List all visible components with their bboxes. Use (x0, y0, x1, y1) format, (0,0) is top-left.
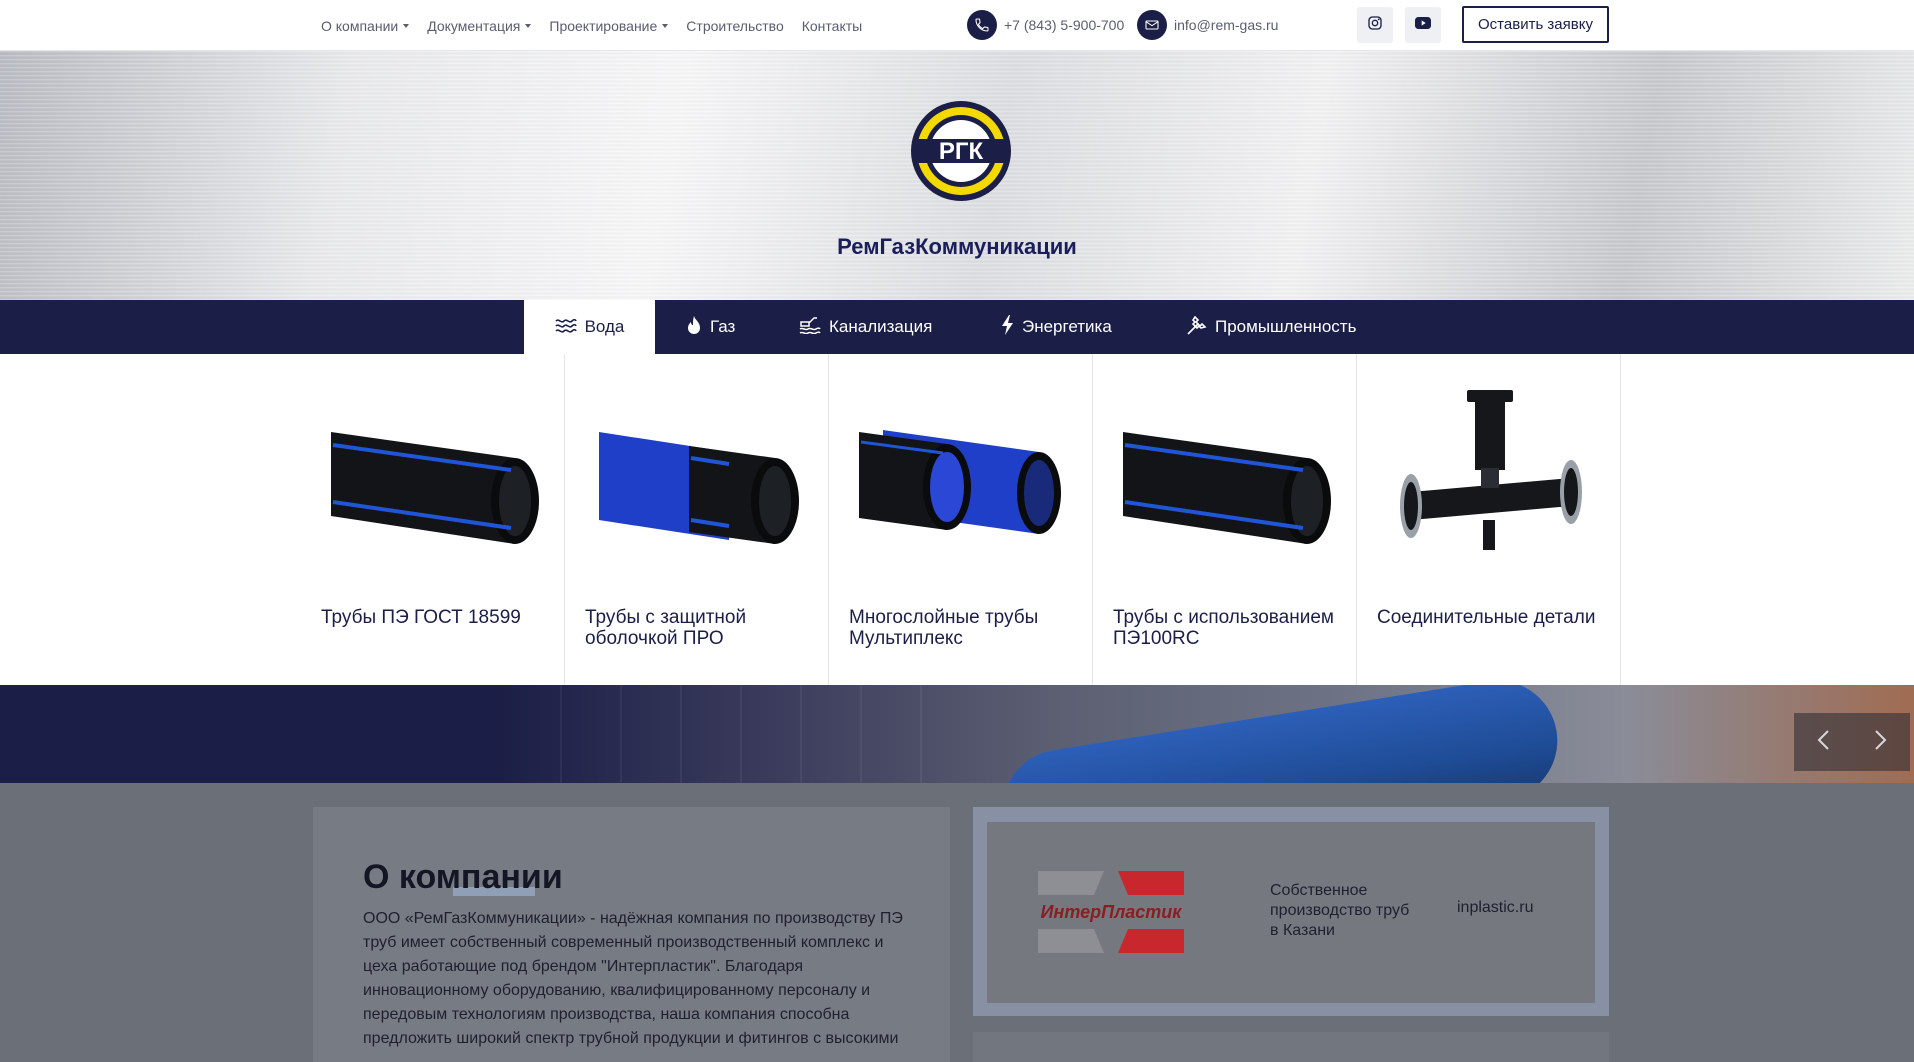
hero-banner: РГК РемГазКоммуникации (0, 51, 1914, 300)
nav-item-about[interactable]: О компании (321, 17, 410, 34)
phone-number: +7 (843) 5-900-700 (1004, 17, 1125, 33)
category-bar: Вода Газ Канализация Энергетика Промышле… (0, 300, 1914, 354)
product-title: Соединительные детали (1377, 607, 1596, 628)
phone-icon (967, 10, 997, 40)
product-grid: Трубы ПЭ ГОСТ 18599 Трубы с защитной обо… (0, 354, 1914, 685)
nav-item-label: Контакты (801, 17, 863, 34)
slider-next-button[interactable] (1852, 713, 1910, 771)
tab-energy[interactable]: Энергетика (1000, 300, 1112, 354)
youtube-icon (1415, 16, 1431, 34)
lightning-icon (1000, 314, 1014, 341)
product-title: Трубы с использованием ПЭ100RC (1113, 607, 1334, 649)
tab-label: Энергетика (1022, 317, 1112, 336)
phone-link[interactable]: +7 (843) 5-900-700 (967, 10, 1124, 40)
tab-label: Газ (710, 317, 736, 336)
tab-label: Вода (584, 317, 625, 336)
email-link[interactable]: info@rem-gas.ru (1137, 10, 1278, 40)
slider-prev-button[interactable] (1794, 713, 1852, 771)
nav-item-documentation[interactable]: Документация (427, 17, 532, 34)
fitting-image (1400, 390, 1582, 550)
product-card[interactable]: Трубы с использованием ПЭ100RC (1093, 354, 1357, 685)
water-waves-icon (555, 317, 577, 338)
caret-down-icon (403, 24, 410, 28)
top-bar: О компании Документация Проектирование С… (0, 0, 1914, 51)
tab-water[interactable]: Вода (524, 300, 655, 354)
banner-photo (560, 685, 980, 783)
brand-name: РемГазКоммуникации (837, 234, 1077, 259)
product-card[interactable]: Трубы с защитной оболочкой ПРО (565, 354, 829, 685)
rgk-logo[interactable]: РГК (909, 99, 1013, 203)
logo-text: РГК (939, 138, 984, 165)
nav-item-label: Проектирование (549, 17, 658, 34)
product-title: Многослойные трубы Мультиплекс (849, 607, 1039, 649)
slider-banner (0, 685, 1914, 783)
product-card[interactable]: Соединительные детали (1357, 354, 1621, 685)
pe-pipe-image (331, 432, 539, 544)
partner-link[interactable]: inplastic.ru (1457, 899, 1533, 917)
pe100rc-pipe-image (1123, 432, 1331, 544)
nav-item-label: Документация (427, 17, 521, 34)
interplastic-logo[interactable]: ИнтерПластик (1034, 869, 1188, 955)
about-block: О компании ООО «РемГазКоммуникации» - на… (313, 807, 950, 1062)
caret-down-icon (662, 24, 669, 28)
tab-industry[interactable]: Промышленность (1185, 300, 1356, 354)
nav-item-contacts[interactable]: Контакты (802, 18, 862, 34)
email-address: info@rem-gas.ru (1174, 17, 1279, 33)
main-nav: О компании Документация Проектирование С… (321, 0, 862, 51)
product-card[interactable]: Трубы ПЭ ГОСТ 18599 (301, 354, 565, 685)
sheathed-pipe-image (599, 432, 799, 544)
banner-photo (994, 685, 1566, 783)
product-card[interactable]: Многослойные трубы Мультиплекс (829, 354, 1093, 685)
tab-sewer[interactable]: Канализация (799, 300, 932, 354)
partner-description: Собственное производство труб в Казани (1270, 882, 1410, 939)
instagram-icon (1367, 15, 1383, 36)
lower-section (0, 783, 1914, 1062)
chevron-left-icon (1816, 729, 1830, 756)
about-heading: О компании (363, 858, 563, 896)
tab-label: Канализация (829, 317, 933, 336)
partner-card-2 (973, 1032, 1609, 1062)
partner-logo-text: ИнтерПластик (1041, 902, 1183, 922)
product-title: Трубы с защитной оболочкой ПРО (585, 607, 747, 649)
tab-label: Промышленность (1215, 317, 1357, 336)
hammer-icon (1185, 314, 1207, 341)
sewer-icon (799, 316, 821, 339)
nav-item-construction[interactable]: Строительство (686, 18, 783, 34)
caret-down-icon (525, 24, 532, 28)
multilayer-pipe-image (859, 430, 1061, 534)
request-button[interactable]: Оставить заявку (1462, 6, 1609, 43)
nav-item-label: О компании (321, 17, 399, 34)
flame-icon (686, 315, 702, 340)
product-title: Трубы ПЭ ГОСТ 18599 (321, 607, 521, 628)
tab-gas[interactable]: Газ (686, 300, 735, 354)
about-text: ООО «РемГазКоммуникации» - надёжная комп… (363, 910, 903, 1047)
instagram-button[interactable] (1357, 7, 1393, 43)
nav-item-design[interactable]: Проектирование (549, 17, 669, 34)
nav-item-label: Строительство (686, 17, 784, 34)
youtube-button[interactable] (1405, 7, 1441, 43)
envelope-icon (1137, 10, 1167, 40)
chevron-right-icon (1874, 729, 1888, 756)
